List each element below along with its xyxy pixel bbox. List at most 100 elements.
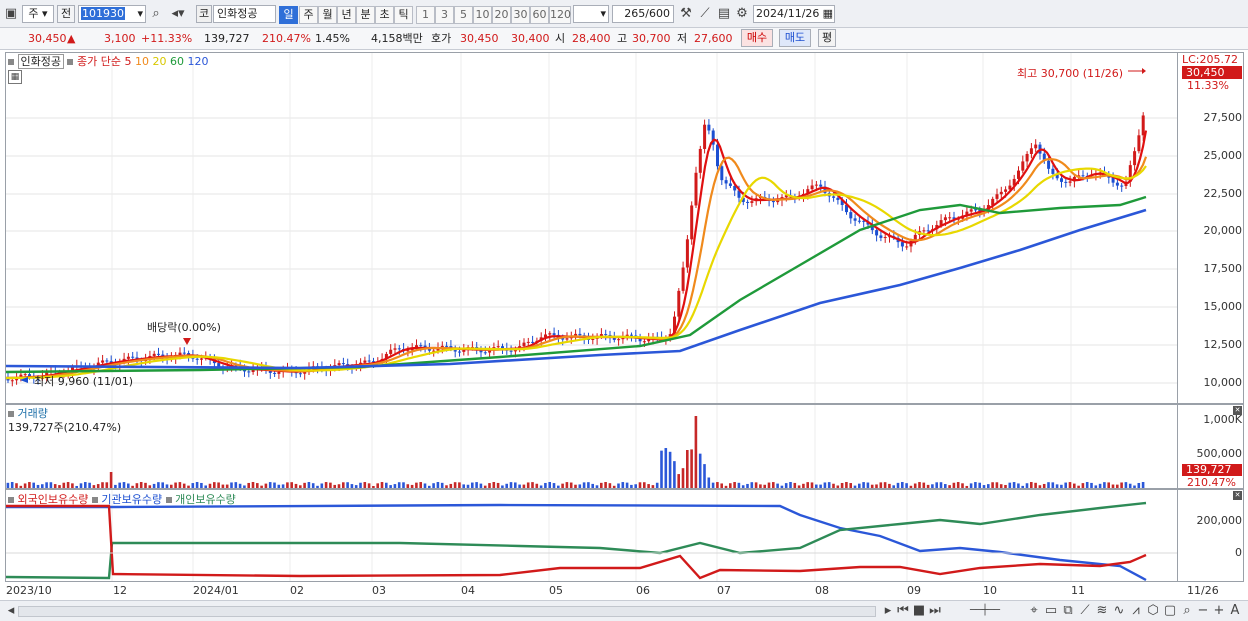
volume-bar (178, 482, 182, 488)
volume-bar (509, 482, 513, 488)
x-tick: 04 (461, 584, 475, 597)
wave-tool-icon[interactable]: ∿ (1111, 603, 1127, 619)
candle-body (720, 166, 724, 181)
crosshair-icon[interactable]: ⌖ (1026, 603, 1042, 619)
individual-holdings-label[interactable]: 개인보유수량 (175, 493, 236, 506)
volume-bar (1030, 482, 1033, 488)
candle-body (200, 358, 203, 360)
volume-bar (600, 482, 603, 488)
candle-body (698, 148, 702, 173)
candle-body (1133, 151, 1137, 166)
volume-bar (746, 483, 749, 488)
table-icon[interactable]: ▦ (8, 70, 22, 84)
ma-20[interactable]: 20 (152, 55, 166, 68)
volume-bar (1017, 483, 1020, 488)
volume-bar (518, 484, 521, 488)
volume-bar (625, 482, 629, 488)
volume-bar (694, 416, 698, 488)
volume-bar (810, 482, 814, 488)
volume-bar (466, 484, 470, 488)
zigzag-icon[interactable]: ⩘ (1128, 603, 1144, 619)
volume-bar (531, 482, 534, 488)
y-tick: 17,500 (1203, 262, 1243, 275)
volume-bar (251, 482, 255, 488)
scroll-left-icon[interactable]: ◂ (3, 603, 19, 619)
volume-bar (948, 485, 951, 488)
volume-bar (101, 482, 104, 488)
volume-bar (703, 464, 706, 488)
volume-bar (1081, 483, 1085, 488)
ma-120[interactable]: 120 (187, 55, 208, 68)
zoom-icon[interactable]: ⌕ (1179, 603, 1195, 619)
ma-60[interactable]: 60 (170, 55, 184, 68)
candle-body (879, 235, 883, 238)
candle-body (690, 205, 694, 240)
volume-bar (483, 485, 487, 488)
close-icon[interactable]: ✕ (1233, 491, 1242, 500)
candle-body (703, 124, 707, 149)
volume-bar (595, 485, 599, 488)
volume-bar (15, 483, 18, 488)
last-icon[interactable]: ⏭ (927, 603, 943, 619)
volume-bar (892, 485, 895, 488)
volume-bar (79, 483, 83, 488)
volume-last-tag: 139,727 (1182, 464, 1242, 476)
stock-label[interactable]: 인화정공 (17, 54, 64, 69)
volume-bar (45, 482, 48, 488)
candle-body (131, 356, 135, 358)
volume-bar (763, 484, 766, 488)
zoom-out-icon[interactable]: − (1195, 603, 1211, 619)
ma-5[interactable]: 5 (124, 55, 131, 68)
foreign-holdings-label[interactable]: 외국인보유수량 (18, 493, 89, 506)
volume-bar (578, 484, 582, 488)
candle-body (1060, 178, 1063, 182)
auto-scale-icon[interactable]: A (1227, 603, 1243, 619)
zoom-slider[interactable]: ──┼── (950, 603, 1020, 619)
volume-bar (655, 482, 659, 488)
volume-bar (230, 482, 233, 488)
candle-body (152, 353, 156, 356)
horizontal-scrollbar[interactable] (18, 606, 876, 617)
legend-box-icon (8, 497, 14, 503)
volume-bar (419, 482, 422, 488)
volume-bar (260, 485, 263, 488)
close-icon[interactable]: ✕ (1233, 406, 1242, 415)
shape-icon[interactable]: ⬡ (1145, 603, 1161, 619)
institution-holdings-label[interactable]: 기관보유수량 (101, 493, 162, 506)
frame-icon[interactable]: ▢ (1162, 603, 1178, 619)
candle-body (728, 183, 732, 186)
layout-icon[interactable]: ▭ (1043, 603, 1059, 619)
volume-bar (922, 482, 926, 488)
candle-body (1137, 135, 1141, 152)
volume-bar (836, 485, 840, 488)
stop-icon[interactable]: ■ (911, 603, 927, 619)
last-price-tag: 30,450 (1182, 66, 1242, 79)
candle-body (1017, 170, 1020, 179)
candle-body (23, 374, 27, 376)
candle-body (483, 352, 487, 354)
ma-10[interactable]: 10 (135, 55, 149, 68)
candle-body (1051, 168, 1055, 174)
copy-icon[interactable]: ⧉ (1060, 603, 1076, 619)
volume-bar (978, 482, 981, 488)
candle-body (630, 334, 633, 336)
volume-bar (832, 483, 835, 488)
volume-bar (858, 483, 861, 488)
volume-bar (380, 482, 384, 488)
fib-tool-icon[interactable]: ≋ (1094, 603, 1110, 619)
volume-bar (638, 482, 642, 488)
line-tool-icon[interactable]: ⟋ (1077, 603, 1093, 619)
first-icon[interactable]: ⏮ (895, 603, 911, 619)
volume-bar (144, 482, 147, 488)
candle-body (1115, 182, 1119, 186)
candle-body (694, 172, 698, 206)
legend-box-icon (91, 497, 98, 503)
zoom-in-icon[interactable]: + (1211, 603, 1227, 619)
scroll-right-icon[interactable]: ▸ (880, 603, 896, 619)
x-tick: 2023/10 (6, 584, 52, 597)
volume-bar (888, 483, 891, 488)
volume-bar (1004, 484, 1007, 488)
ma-label[interactable]: 종가 단순 (77, 55, 121, 68)
candle-body (746, 201, 750, 203)
volume-y-tick: 500,000 (1196, 447, 1243, 460)
